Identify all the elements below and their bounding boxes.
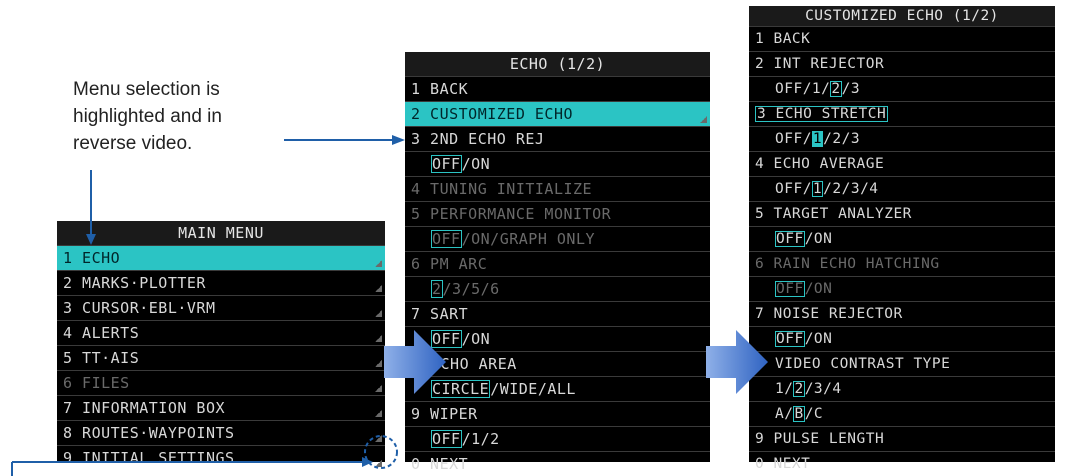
next-menu-arrow-icon bbox=[384, 330, 446, 394]
next-menu-arrow-icon bbox=[706, 330, 768, 394]
arrowhead-icon bbox=[392, 135, 405, 145]
arrowhead-icon bbox=[86, 234, 96, 245]
arrowhead-icon bbox=[362, 457, 373, 467]
annotation-overlay bbox=[11, 135, 768, 476]
